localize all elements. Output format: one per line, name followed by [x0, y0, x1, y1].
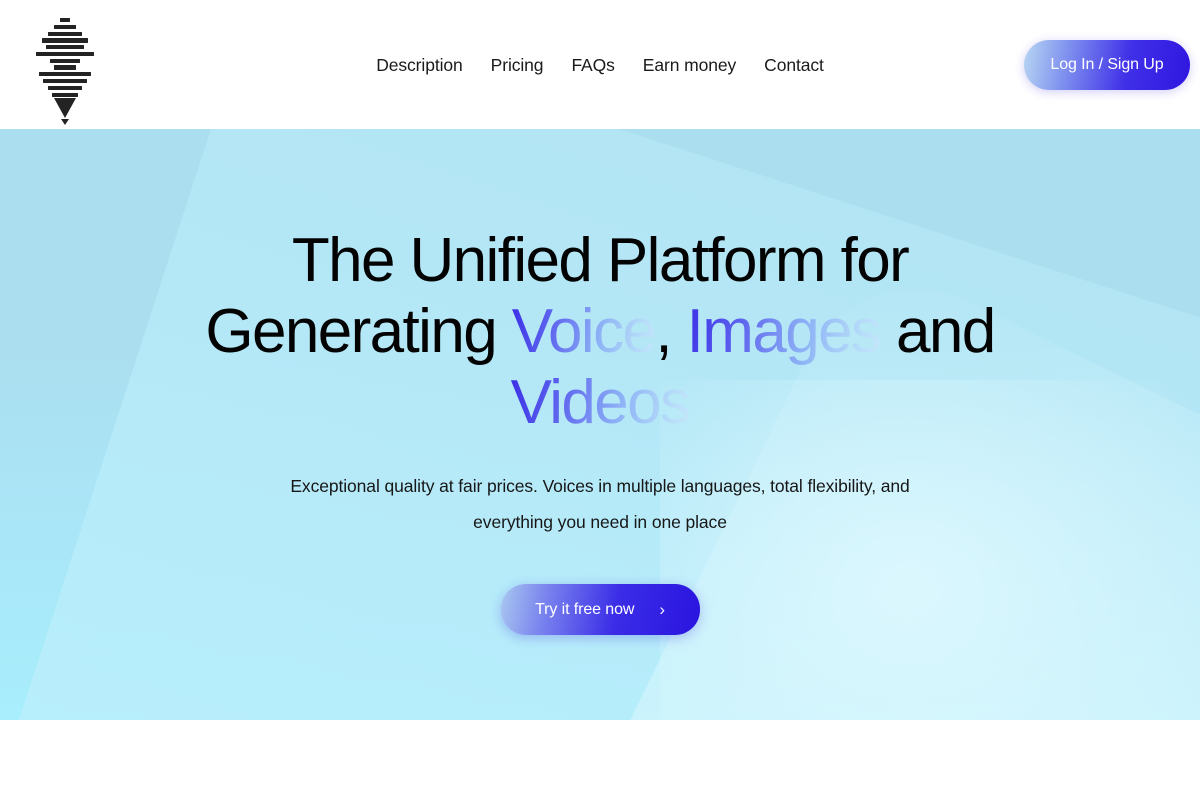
login-signup-button[interactable]: Log In / Sign Up	[1024, 40, 1190, 90]
nav-link-contact[interactable]: Contact	[750, 50, 838, 80]
headline-line-1: The Unified Platform for	[291, 226, 910, 295]
headline-line-2-prefix: Generating	[205, 297, 512, 366]
cta-label: Try it free now	[535, 600, 635, 618]
logo-cone-shape	[54, 98, 76, 119]
nav-link-faqs[interactable]: FAQs	[557, 50, 628, 80]
headline-word-images: Images	[686, 297, 882, 366]
hero-section: The Unified Platform for Generating Voic…	[0, 129, 1200, 720]
try-it-free-button[interactable]: Try it free now ›	[500, 584, 700, 635]
nav-link-description[interactable]: Description	[362, 50, 476, 80]
nav-link-pricing[interactable]: Pricing	[477, 50, 558, 80]
main-navigation: Description Pricing FAQs Earn money Cont…	[0, 50, 1200, 80]
subheadline-line-2: everything you need in one place	[473, 512, 727, 532]
headline-line-2-suffix: and	[880, 297, 996, 366]
logo-tip-shape	[61, 119, 69, 126]
headline-word-voice: Voice	[511, 297, 657, 366]
chevron-right-icon: ›	[659, 600, 665, 619]
below-fold-spacer	[0, 720, 1200, 800]
headline-comma: ,	[655, 297, 687, 366]
hero-content: The Unified Platform for Generating Voic…	[0, 129, 1200, 635]
headline-word-videos: Videos	[510, 368, 691, 437]
site-header: Description Pricing FAQs Earn money Cont…	[0, 0, 1200, 129]
hero-headline: The Unified Platform for Generating Voic…	[0, 225, 1200, 438]
subheadline-line-1: Exceptional quality at fair prices. Voic…	[290, 476, 910, 496]
hero-subheadline: Exceptional quality at fair prices. Voic…	[250, 468, 950, 540]
nav-link-earn-money[interactable]: Earn money	[629, 50, 750, 80]
